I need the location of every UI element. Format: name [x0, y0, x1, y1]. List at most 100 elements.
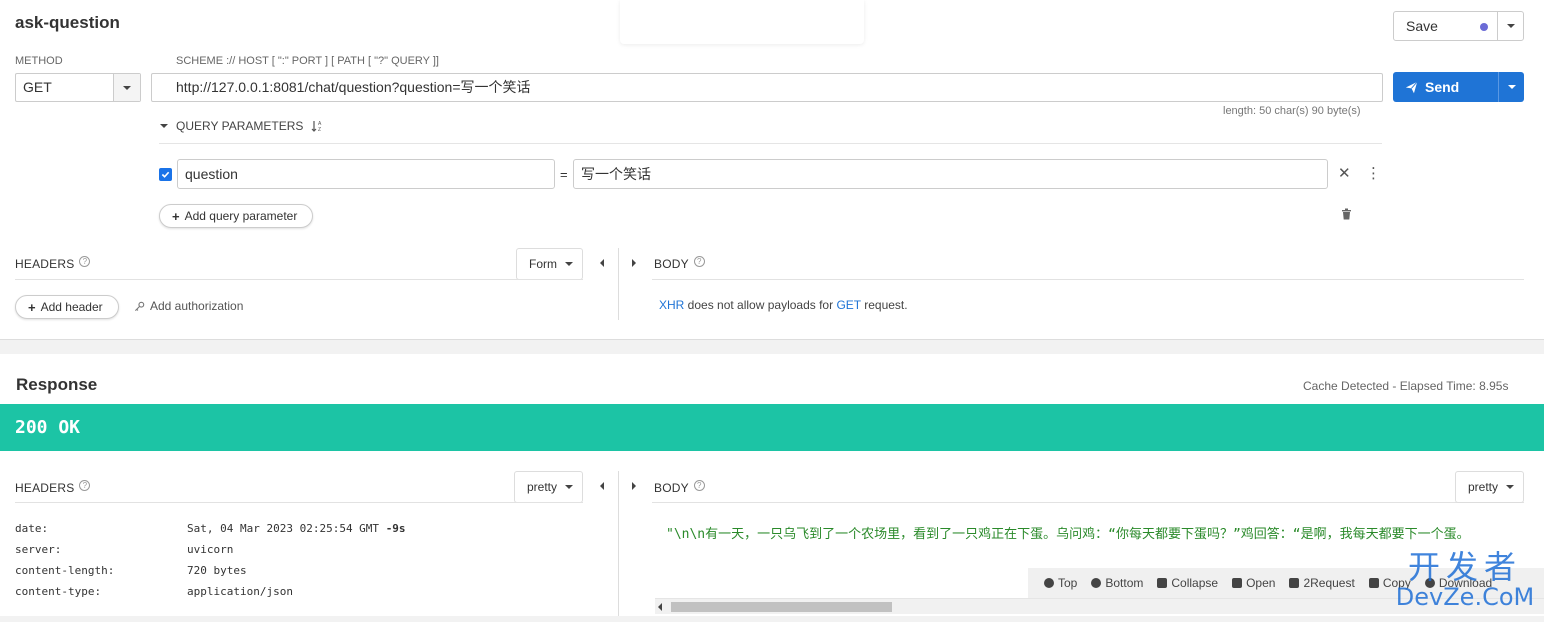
- response-title: Response: [16, 375, 98, 394]
- top-label: Top: [1058, 576, 1078, 590]
- pane-divider[interactable]: [618, 471, 619, 622]
- save-dropdown-toggle[interactable]: [1498, 12, 1523, 40]
- request-title[interactable]: ask-question: [15, 13, 120, 33]
- header-key: content-length:: [15, 564, 115, 577]
- response-body-label: BODY: [654, 481, 689, 495]
- save-button[interactable]: Save: [1393, 11, 1524, 41]
- plus-square-icon: [1232, 578, 1243, 588]
- response-body-text[interactable]: "\n\n有一天，一只乌飞到了一个农场里，看到了一只鸡正在下蛋。乌问鸡：“你每天…: [666, 523, 1544, 542]
- form-label: Form: [529, 257, 557, 271]
- key-icon: [134, 301, 145, 311]
- top-button[interactable]: Top: [1044, 576, 1077, 590]
- scheme-hint: SCHEME :// HOST [ ":" PORT ] [ PATH [ "?…: [176, 55, 439, 67]
- request-headers-heading: HEADERS?: [15, 256, 91, 271]
- header-key: content-type:: [15, 585, 102, 598]
- xhr-link[interactable]: XHR: [659, 298, 684, 312]
- body-note-middle: does not allow payloads for: [684, 298, 837, 312]
- arrow-down-icon: [1091, 578, 1102, 588]
- help-icon[interactable]: ?: [693, 256, 705, 267]
- response-body-heading: BODY?: [654, 480, 705, 495]
- collapse-button[interactable]: Collapse: [1157, 576, 1218, 590]
- minus-square-icon: [1157, 578, 1168, 588]
- to-request-button[interactable]: 2Request: [1289, 576, 1355, 590]
- add-header-button[interactable]: + Add header: [15, 295, 119, 319]
- more-vertical-icon[interactable]: ⋮: [1366, 164, 1381, 182]
- arrow-up-icon: [1044, 578, 1054, 588]
- sort-icon[interactable]: AZ: [311, 120, 323, 132]
- header-value: Sat, 04 Mar 2023 02:25:54 GMT -9s: [187, 518, 406, 539]
- header-key: server:: [15, 543, 62, 556]
- header-value: uvicorn: [187, 543, 234, 556]
- add-query-parameter-button[interactable]: + Add query parameter: [159, 204, 313, 228]
- method-dropdown-toggle[interactable]: [114, 74, 140, 101]
- watermark-en: DevZe.CoM: [1395, 583, 1535, 611]
- save-label: Save: [1406, 18, 1438, 34]
- chevron-down-icon: [1507, 85, 1516, 89]
- open-button[interactable]: Open: [1232, 576, 1275, 590]
- add-authorization-label: Add authorization: [150, 299, 244, 313]
- scroll-left-icon[interactable]: [658, 603, 662, 611]
- header-row: server: uvicorn: [15, 539, 406, 560]
- paper-plane-icon: [1405, 81, 1418, 93]
- request-body-label: BODY: [654, 257, 689, 271]
- collapse-label: Collapse: [1171, 576, 1219, 590]
- chevron-down-icon: [123, 85, 131, 90]
- scrollbar-thumb[interactable]: [671, 602, 892, 612]
- divider: [652, 502, 1524, 503]
- method-select[interactable]: GET: [15, 73, 141, 102]
- divider: [15, 279, 583, 280]
- divider: [15, 502, 583, 503]
- bottom-label: Bottom: [1105, 576, 1144, 590]
- collapse-right-icon[interactable]: [632, 482, 636, 490]
- help-icon[interactable]: ?: [79, 480, 91, 491]
- method-link[interactable]: GET: [836, 298, 860, 312]
- url-input[interactable]: http://127.0.0.1:8081/chat/question?ques…: [151, 73, 1383, 102]
- header-value-extra: -9s: [385, 522, 406, 535]
- header-row: date: Sat, 04 Mar 2023 02:25:54 GMT -9s: [15, 518, 406, 539]
- collapse-right-icon[interactable]: [632, 259, 636, 267]
- response-panel: Response Cache Detected - Elapsed Time: …: [0, 354, 1544, 622]
- body-pretty-select[interactable]: pretty: [1455, 471, 1524, 503]
- help-icon[interactable]: ?: [79, 256, 91, 267]
- bottom-button[interactable]: Bottom: [1091, 576, 1143, 590]
- equals-sign: =: [560, 167, 568, 182]
- header-row: content-type: application/json: [15, 581, 406, 602]
- collapse-left-icon[interactable]: [600, 482, 604, 490]
- chevron-down-icon: [565, 485, 574, 489]
- document-icon: [1289, 578, 1300, 588]
- open-label: Open: [1246, 576, 1276, 590]
- header-key: date:: [15, 522, 49, 535]
- divider: [159, 143, 1382, 144]
- body-note-end: request.: [860, 298, 908, 312]
- headers-format-select[interactable]: Form: [516, 248, 583, 280]
- param-value-input[interactable]: 写一个笑话: [573, 159, 1328, 189]
- param-enabled-checkbox[interactable]: [159, 168, 172, 181]
- status-bar: 200 OK: [0, 404, 1544, 451]
- send-label: Send: [1425, 79, 1460, 95]
- request-body-heading: BODY?: [654, 256, 705, 271]
- add-header-label: Add header: [40, 300, 103, 314]
- method-value: GET: [16, 74, 114, 101]
- add-authorization-link[interactable]: Add authorization: [134, 299, 243, 313]
- cache-info: Cache Detected - Elapsed Time: 8.95s: [1303, 379, 1509, 393]
- svg-text:Z: Z: [318, 127, 321, 132]
- send-button[interactable]: Send: [1393, 72, 1524, 102]
- save-button-main[interactable]: Save: [1394, 12, 1498, 40]
- send-button-main[interactable]: Send: [1393, 72, 1499, 102]
- headers-pretty-select[interactable]: pretty: [514, 471, 583, 503]
- help-icon[interactable]: ?: [693, 480, 705, 491]
- send-dropdown-toggle[interactable]: [1499, 72, 1524, 102]
- chevron-down-icon: [1506, 485, 1515, 489]
- floating-card: [620, 0, 864, 44]
- collapse-left-icon[interactable]: [600, 259, 604, 267]
- check-icon: [161, 171, 170, 178]
- plus-icon: +: [28, 299, 36, 315]
- close-icon[interactable]: ✕: [1338, 164, 1351, 182]
- query-parameters-toggle[interactable]: QUERY PARAMETERS AZ: [160, 119, 323, 133]
- chevron-down-icon: [160, 124, 168, 128]
- chevron-down-icon: [565, 262, 573, 266]
- param-name-input[interactable]: question: [177, 159, 555, 189]
- body-note: XHR does not allow payloads for GET requ…: [659, 298, 908, 312]
- pane-divider[interactable]: [618, 248, 619, 320]
- trash-icon[interactable]: [1341, 208, 1352, 223]
